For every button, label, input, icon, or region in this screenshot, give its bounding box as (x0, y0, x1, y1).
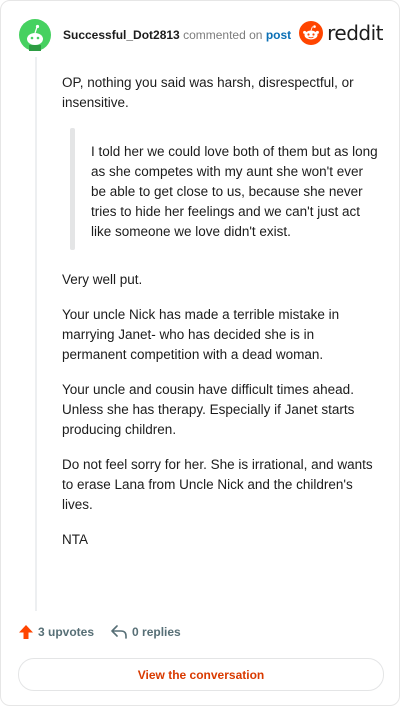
post-link[interactable]: post (266, 28, 291, 42)
reply-arrow-icon (111, 625, 127, 639)
reddit-wordmark: reddit (327, 21, 383, 45)
upvote-button[interactable]: 3 upvotes (18, 624, 94, 640)
comment-card: Successful_Dot2813 commented on post red… (0, 0, 400, 706)
upvote-count: 3 upvotes (38, 625, 95, 639)
username-link[interactable]: Successful_Dot2813 (63, 28, 180, 42)
quote-bar (70, 128, 75, 250)
comment-paragraph: Your uncle Nick has made a terrible mist… (62, 307, 340, 362)
quote-text: I told her we could love both of them bu… (91, 144, 378, 239)
comment-paragraph: Your uncle and cousin have difficult tim… (62, 382, 355, 437)
comment-intro: OP, nothing you said was harsh, disrespe… (62, 75, 354, 110)
reddit-logo[interactable]: reddit (299, 21, 383, 45)
thread-line (35, 57, 37, 611)
comment-body: OP, nothing you said was harsh, disrespe… (62, 73, 380, 565)
snoo-avatar-icon[interactable] (19, 19, 51, 51)
comment-paragraph: Do not feel sorry for her. She is irrati… (62, 457, 373, 512)
block-quote: I told her we could love both of them bu… (70, 128, 380, 250)
comment-footer: 3 upvotes 0 replies (18, 624, 181, 640)
comment-paragraph: Very well put. (62, 272, 143, 287)
comment-meta: Successful_Dot2813 commented on post (63, 28, 291, 42)
view-conversation-button[interactable]: View the conversation (18, 658, 384, 691)
comment-header: Successful_Dot2813 commented on post red… (19, 19, 383, 53)
reply-button[interactable]: 0 replies (110, 624, 181, 640)
upvote-arrow-icon (19, 625, 33, 639)
meta-text: commented on (183, 28, 263, 42)
comment-paragraph: NTA (62, 532, 88, 547)
reply-count: 0 replies (132, 625, 181, 639)
reddit-logo-icon (299, 21, 324, 45)
